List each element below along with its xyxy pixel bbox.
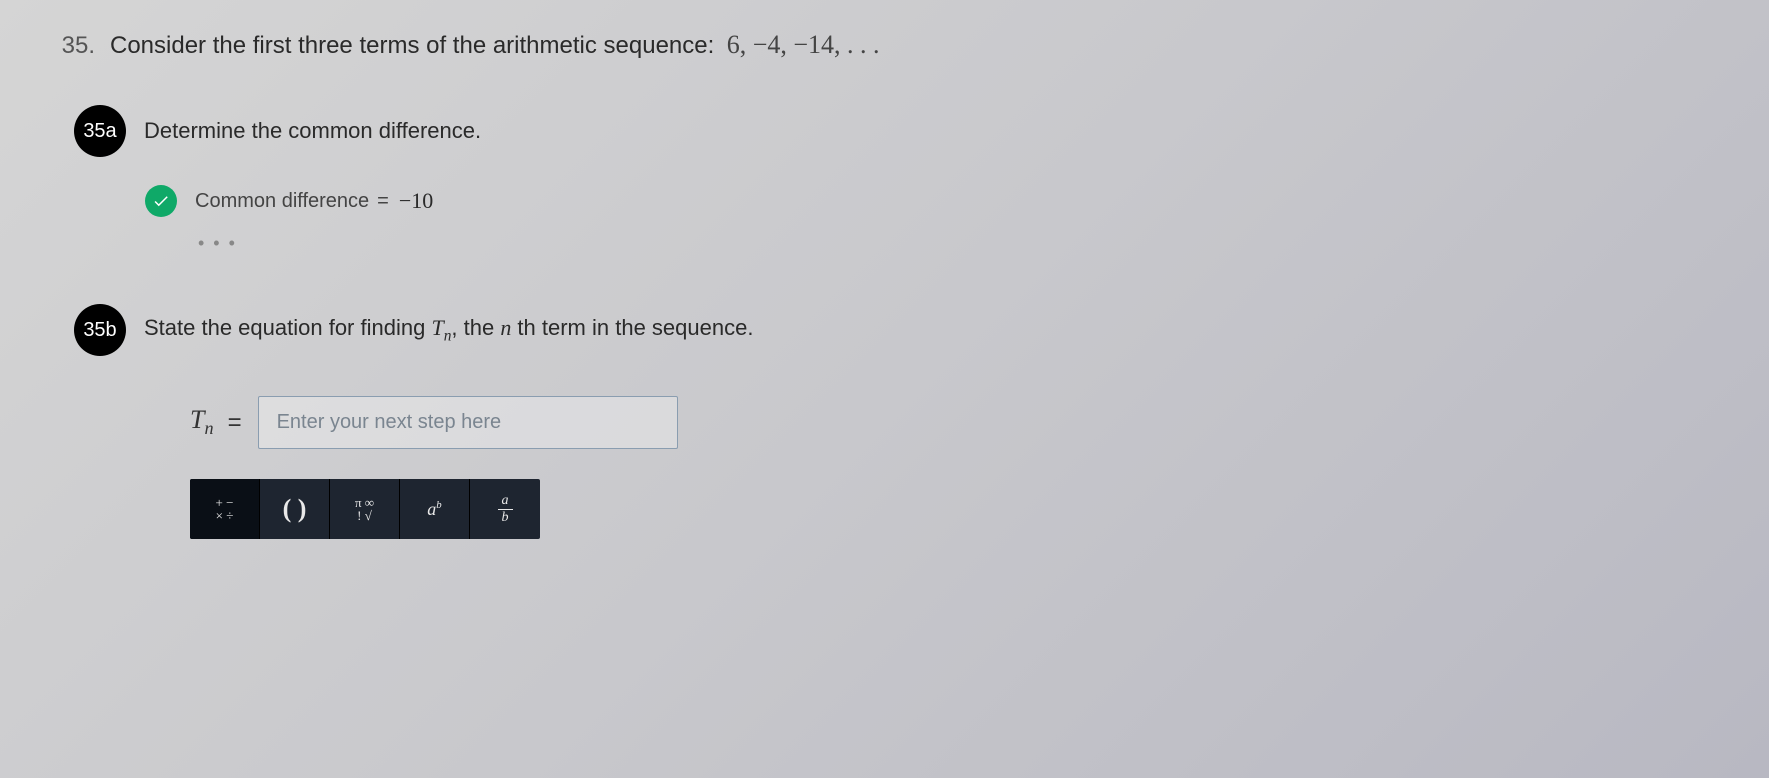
fraction-button[interactable]: a b [470,479,540,539]
math-toolbar: + − × ÷ ( ) π ∞ ! √ ab a b [190,479,540,539]
question-prompt: Consider the first three terms of the ar… [110,32,714,59]
answer-label: Common difference [195,190,369,213]
more-options[interactable]: • • • [198,233,1769,254]
sequence-display: 6, −4, −14, . . . [727,30,880,59]
exponent-button[interactable]: ab [400,479,470,539]
part-a-prompt: Determine the common difference. [144,118,481,144]
part-a-badge: 35a [74,105,126,157]
operators-button[interactable]: + − × ÷ [190,479,260,539]
step-input[interactable] [258,396,678,449]
equals-sign: = [377,190,389,213]
constants-button[interactable]: π ∞ ! √ [330,479,400,539]
part-b-prompt: State the equation for finding Tn, the n… [144,315,753,345]
input-equals: = [228,409,242,437]
answer-value: −10 [399,188,433,214]
part-b-badge: 35b [74,304,126,356]
question-number: 35. [50,32,110,60]
parentheses-button[interactable]: ( ) [260,479,330,539]
input-variable-label: Tn [190,405,214,439]
check-icon [145,185,177,217]
